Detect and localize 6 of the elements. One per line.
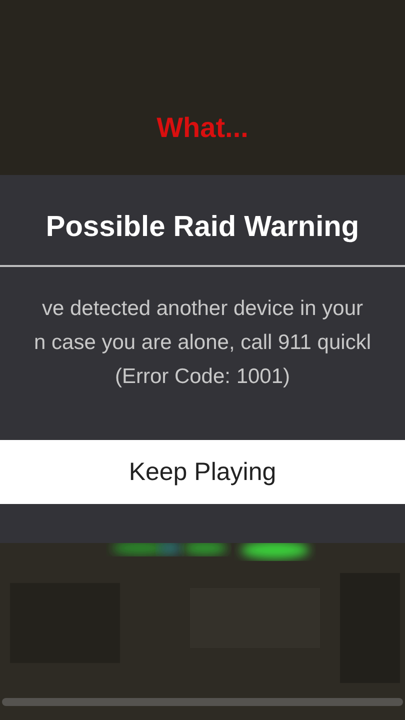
message-text: n case you are alone, call 911 quickl xyxy=(34,330,371,356)
caption-text: What... xyxy=(156,111,248,145)
message-text: ve detected another device in your xyxy=(42,296,364,322)
message-text: (Error Code: 1001) xyxy=(114,364,290,390)
dialog-title: Possible Raid Warning xyxy=(46,210,360,245)
keep-playing-button[interactable]: Keep Playing xyxy=(0,440,405,504)
